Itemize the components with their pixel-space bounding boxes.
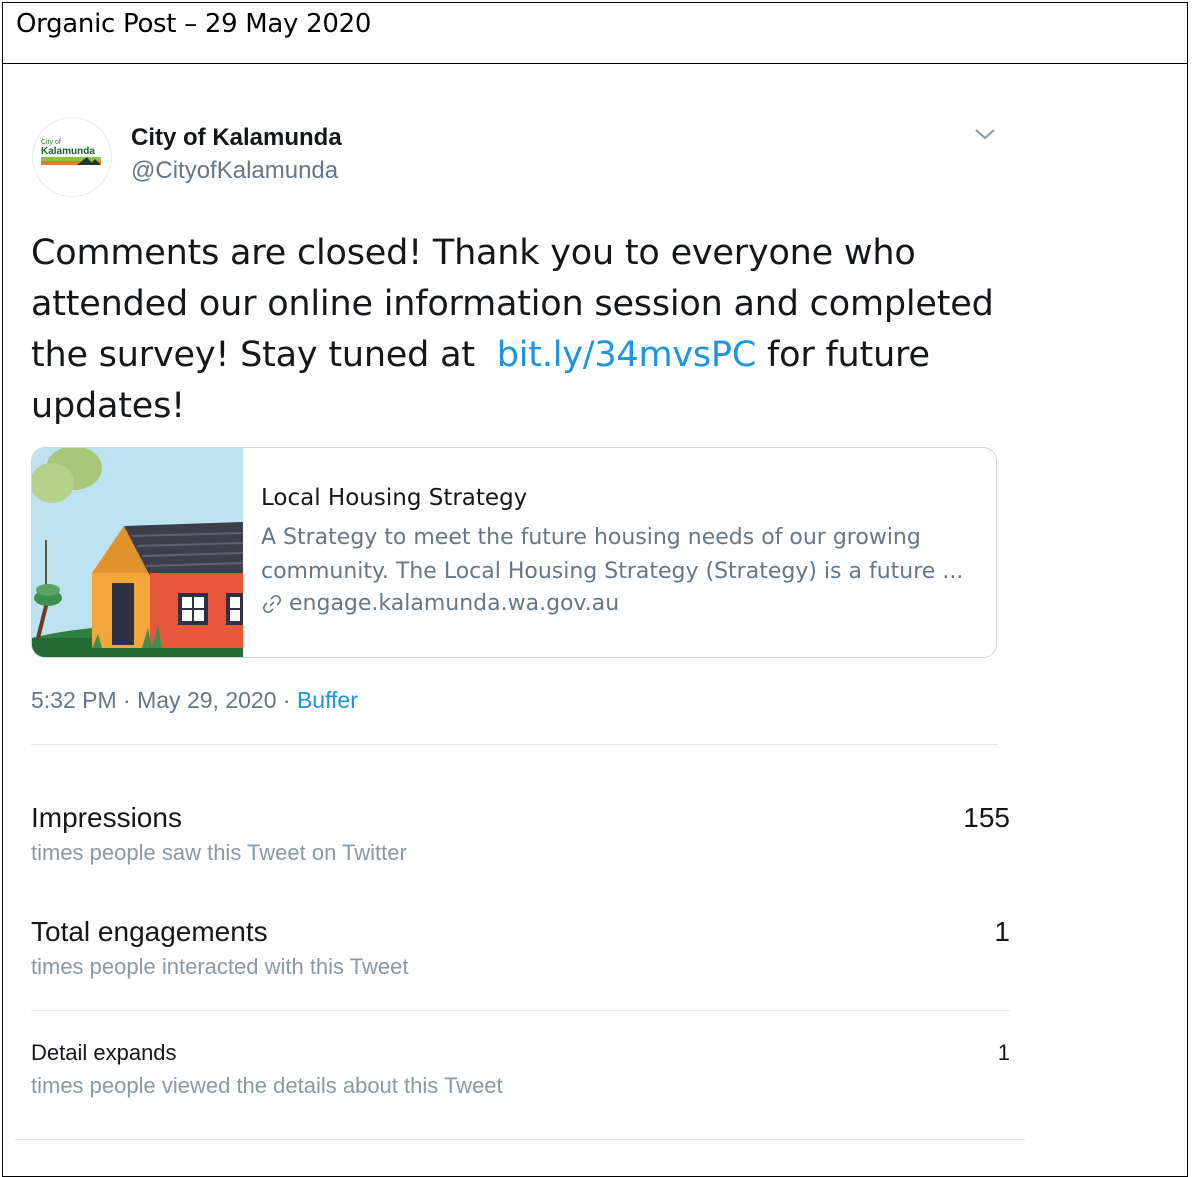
meta-separator-2: ·	[282, 687, 291, 713]
card-title: Local Housing Strategy	[261, 485, 528, 511]
divider	[15, 1139, 1025, 1140]
kalamunda-logo-icon: City of Kalamunda	[41, 139, 101, 165]
chevron-down-icon[interactable]	[971, 122, 999, 146]
link-preview-card[interactable]: Local Housing Strategy A Strategy to mee…	[31, 447, 997, 658]
page-title: Organic Post – 29 May 2020	[16, 9, 372, 39]
author-handle[interactable]: @CityofKalamunda	[131, 157, 338, 185]
divider	[31, 1010, 1010, 1011]
link-icon	[262, 594, 282, 613]
house-illustration-icon	[32, 448, 243, 657]
stat-engagements-value: 1	[994, 916, 1010, 947]
stat-detail-expands-value: 1	[997, 1040, 1010, 1065]
tweet-line-2: attended our online information session …	[31, 284, 994, 324]
card-domain: engage.kalamunda.wa.gov.au	[261, 591, 619, 616]
avatar[interactable]: City of Kalamunda	[33, 118, 111, 196]
tweet-time: 5:32 PM	[31, 687, 117, 713]
stat-engagements-description: times people interacted with this Tweet	[31, 954, 409, 979]
stat-detail-expands-label: Detail expands	[31, 1040, 177, 1065]
tweet-line-3-start: the survey! Stay tuned at	[31, 335, 486, 375]
meta-separator-1: ·	[123, 687, 131, 713]
card-description: A Strategy to meet the future housing ne…	[261, 521, 981, 589]
card-description-line-1: A Strategy to meet the future housing ne…	[261, 525, 921, 550]
tweet-text: Comments are closed! Thank you to everyo…	[31, 228, 1021, 432]
stat-impressions-label: Impressions	[31, 802, 182, 833]
header-row: Organic Post – 29 May 2020	[3, 3, 1187, 64]
stat-impressions-value: 155	[963, 802, 1010, 833]
divider	[31, 744, 998, 745]
avatar-text-main: Kalamunda	[41, 146, 95, 157]
tweet-line-1: Comments are closed! Thank you to everyo…	[31, 233, 916, 273]
stat-detail-expands-description: times people viewed the details about th…	[31, 1073, 503, 1098]
tweet-date[interactable]: May 29, 2020	[137, 687, 276, 713]
tweet-meta: 5:32 PM · May 29, 2020 · Buffer	[31, 687, 358, 714]
author-name[interactable]: City of Kalamunda	[131, 124, 342, 152]
card-description-line-2: community. The Local Housing Strategy (S…	[261, 559, 964, 584]
tweet-line-4: updates!	[31, 386, 185, 426]
tweet-line-3-end: for future	[756, 335, 930, 375]
tweet-link[interactable]: bit.ly/34mvsPC	[497, 335, 757, 375]
tweet-line-3: the survey! Stay tuned at bit.ly/34mvsPC…	[31, 330, 1021, 381]
avatar-text-small: City of	[41, 139, 61, 146]
card-domain-text: engage.kalamunda.wa.gov.au	[289, 591, 620, 616]
tweet-source-link[interactable]: Buffer	[297, 687, 358, 713]
stat-impressions-description: times people saw this Tweet on Twitter	[31, 840, 407, 865]
stat-engagements-label: Total engagements	[31, 916, 268, 947]
